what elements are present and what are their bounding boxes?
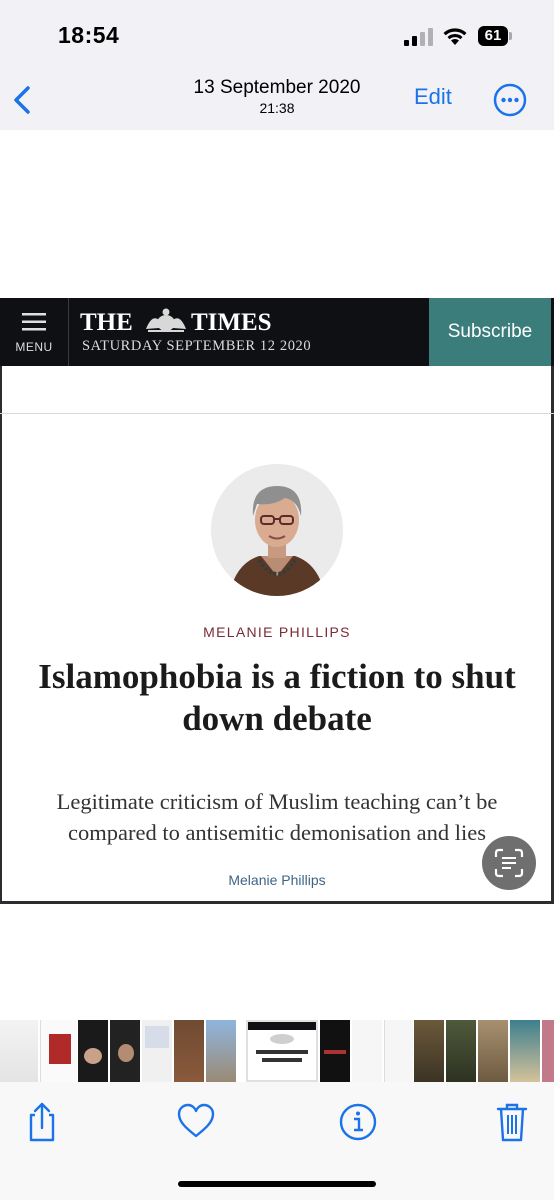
- author-name-caps: MELANIE PHILLIPS: [203, 624, 351, 640]
- thumbnail[interactable]: [352, 1020, 382, 1082]
- share-icon[interactable]: [20, 1100, 64, 1144]
- battery-tip: [509, 32, 512, 40]
- battery-indicator: 61: [478, 26, 512, 46]
- thumbnail[interactable]: [542, 1020, 554, 1082]
- live-text-button[interactable]: [482, 836, 536, 890]
- trash-icon[interactable]: [490, 1100, 534, 1144]
- thumbnail[interactable]: [446, 1020, 476, 1082]
- menu-label: MENU: [15, 340, 53, 354]
- frame-border-bottom: [0, 901, 554, 904]
- thumbnail[interactable]: [414, 1020, 444, 1082]
- photo-viewer[interactable]: MENU THE TIMES SATURDAY SEPTEMBER 12 202…: [0, 130, 554, 1010]
- article-standfirst: Legitimate criticism of Muslim teaching …: [56, 789, 498, 845]
- thumbnail[interactable]: [110, 1020, 140, 1082]
- home-indicator[interactable]: [178, 1181, 376, 1187]
- thumbnail[interactable]: [40, 1020, 77, 1082]
- photo-date: 13 September 2020: [193, 77, 361, 98]
- subscribe-button[interactable]: Subscribe: [429, 298, 551, 366]
- article-headline: Islamophobia is a fiction to shut down d…: [38, 657, 516, 738]
- logo-left-text: THE: [80, 309, 133, 336]
- thumbnail[interactable]: [478, 1020, 508, 1082]
- times-header: MENU THE TIMES SATURDAY SEPTEMBER 12 202…: [0, 298, 554, 366]
- info-icon[interactable]: [336, 1100, 380, 1144]
- photo-nav-bar: 13 September 2020 21:38 Edit: [0, 70, 554, 130]
- thumbnail[interactable]: [510, 1020, 540, 1082]
- times-logo: THE TIMES: [80, 308, 272, 336]
- divider: [0, 413, 554, 414]
- thumbnail[interactable]: [142, 1020, 172, 1082]
- photo-date-title: 13 September 2020 21:38: [127, 76, 427, 116]
- thumbnail[interactable]: [174, 1020, 204, 1082]
- coat-of-arms-icon: [146, 308, 186, 332]
- thumbnail[interactable]: [384, 1020, 413, 1082]
- status-time: 18:54: [58, 22, 120, 48]
- photo-time: 21:38: [259, 100, 295, 116]
- status-bar: 18:54 61: [0, 0, 554, 70]
- menu-button[interactable]: MENU: [0, 298, 69, 366]
- thumbnail-strip[interactable]: [0, 1020, 554, 1082]
- edition-date: SATURDAY SEPTEMBER 12 2020: [82, 338, 312, 354]
- edit-button[interactable]: Edit: [414, 84, 452, 110]
- article-byline[interactable]: Melanie Phillips: [0, 872, 554, 888]
- hamburger-icon: [22, 313, 46, 331]
- author-portrait-image: [211, 464, 343, 596]
- thumbnail[interactable]: [206, 1020, 236, 1082]
- thumbnail[interactable]: [320, 1020, 350, 1082]
- back-chevron-icon[interactable]: [8, 82, 40, 118]
- thumbnail[interactable]: [78, 1020, 108, 1082]
- more-icon[interactable]: [493, 83, 527, 117]
- author-avatar: [211, 464, 343, 596]
- live-text-icon: [494, 848, 524, 878]
- article-screenshot: MENU THE TIMES SATURDAY SEPTEMBER 12 202…: [0, 298, 554, 904]
- logo-right-text: TIMES: [191, 309, 272, 336]
- thumbnail[interactable]: [246, 1020, 318, 1082]
- wifi-icon: [443, 28, 467, 45]
- thumbnail[interactable]: [0, 1020, 38, 1082]
- battery-level: 61: [484, 27, 502, 44]
- cellular-signal-icon: [404, 28, 433, 46]
- heart-icon[interactable]: [174, 1100, 218, 1144]
